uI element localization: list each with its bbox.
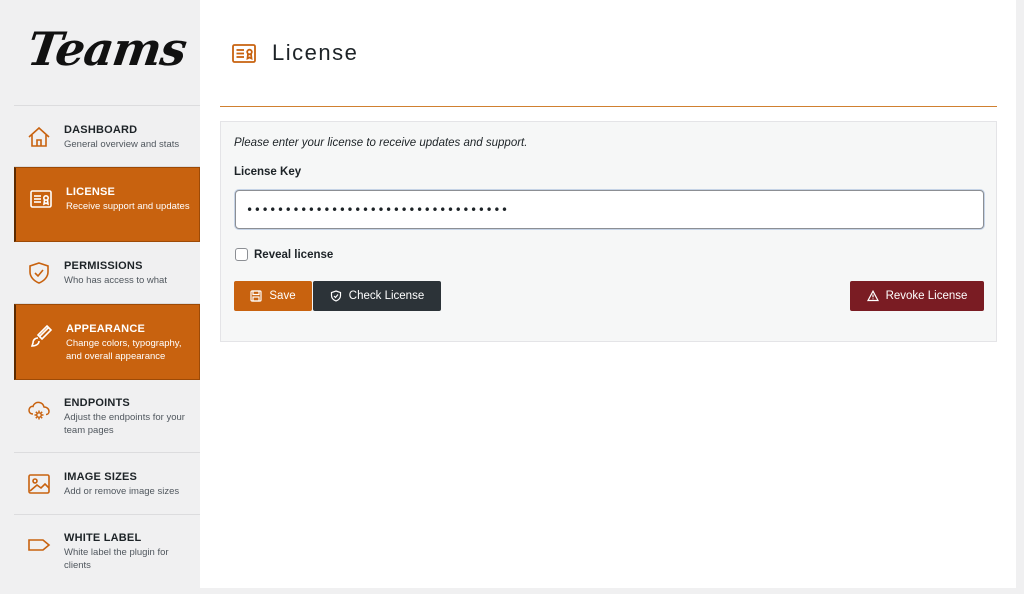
image-icon [26,471,52,497]
main-content: License Please enter your license to rec… [200,0,1016,588]
sidebar-item-title: LICENSE [66,186,116,198]
sidebar-item-endpoints[interactable]: ENDPOINTS Adjust the endpoints for your … [14,380,200,453]
page-header: License [220,0,997,107]
revoke-license-button-label: Revoke License [885,290,968,302]
license-key-input[interactable]: •••••••••••••••••••••••••••••••••• [235,190,984,229]
sidebar-item-title: IMAGE SIZES [64,471,138,483]
warning-icon [866,290,879,302]
sidebar-item-subtitle: General overview and stats [64,139,180,150]
logo-text: Teams [24,21,190,76]
check-license-button[interactable]: Check License [313,281,441,311]
sidebar-item-license[interactable]: LICENSE Receive support and updates [14,167,200,242]
sidebar-item-permissions[interactable]: PERMISSIONS Who has access to what [14,242,200,304]
tag-icon [26,532,52,558]
sidebar-item-title: WHITE LABEL [64,532,142,544]
reveal-license-checkbox[interactable] [235,248,248,261]
cloud-gear-icon [26,397,52,423]
reveal-license-toggle[interactable]: Reveal license [235,248,333,261]
sidebar-item-image-sizes[interactable]: IMAGE SIZES Add or remove image sizes [14,453,200,515]
paint-brush-icon [28,323,54,349]
sidebar-item-dashboard[interactable]: DASHBOARD General overview and stats [14,106,200,167]
sidebar-item-title: DASHBOARD [64,124,138,136]
license-panel: Please enter your license to receive upd… [220,121,997,342]
home-icon [26,124,52,150]
sidebar: Teams DASHBOARD General overview and sta… [14,0,200,594]
save-icon [250,290,262,302]
sidebar-item-subtitle: Adjust the endpoints for your team pages [64,412,185,436]
sidebar-item-white-label[interactable]: WHITE LABEL White label the plugin for c… [14,515,200,593]
shield-check-icon [26,260,52,286]
sidebar-item-subtitle: White label the plugin for clients [64,547,169,571]
reveal-license-label[interactable]: Reveal license [254,249,333,261]
revoke-license-button[interactable]: Revoke License [850,281,984,311]
logo: Teams [14,0,200,106]
sidebar-item-title: ENDPOINTS [64,397,130,409]
sidebar-item-title: APPEARANCE [66,323,146,335]
license-card-icon [230,39,258,67]
license-card-icon [28,186,54,212]
save-button-label: Save [269,290,296,302]
sidebar-item-subtitle: Who has access to what [64,275,167,286]
sidebar-item-subtitle: Change colors, typography, and overall a… [66,338,182,362]
shield-check-icon [330,290,341,302]
page-title: License [272,40,359,65]
sidebar-item-subtitle: Receive support and updates [66,201,190,212]
sidebar-item-subtitle: Add or remove image sizes [64,486,180,497]
check-license-button-label: Check License [348,290,425,302]
license-intro-text: Please enter your license to receive upd… [234,137,528,149]
sidebar-item-appearance[interactable]: APPEARANCE Change colors, typography, an… [14,304,200,380]
license-key-label: License Key [234,166,302,178]
save-button[interactable]: Save [234,281,312,311]
sidebar-item-title: PERMISSIONS [64,260,143,272]
